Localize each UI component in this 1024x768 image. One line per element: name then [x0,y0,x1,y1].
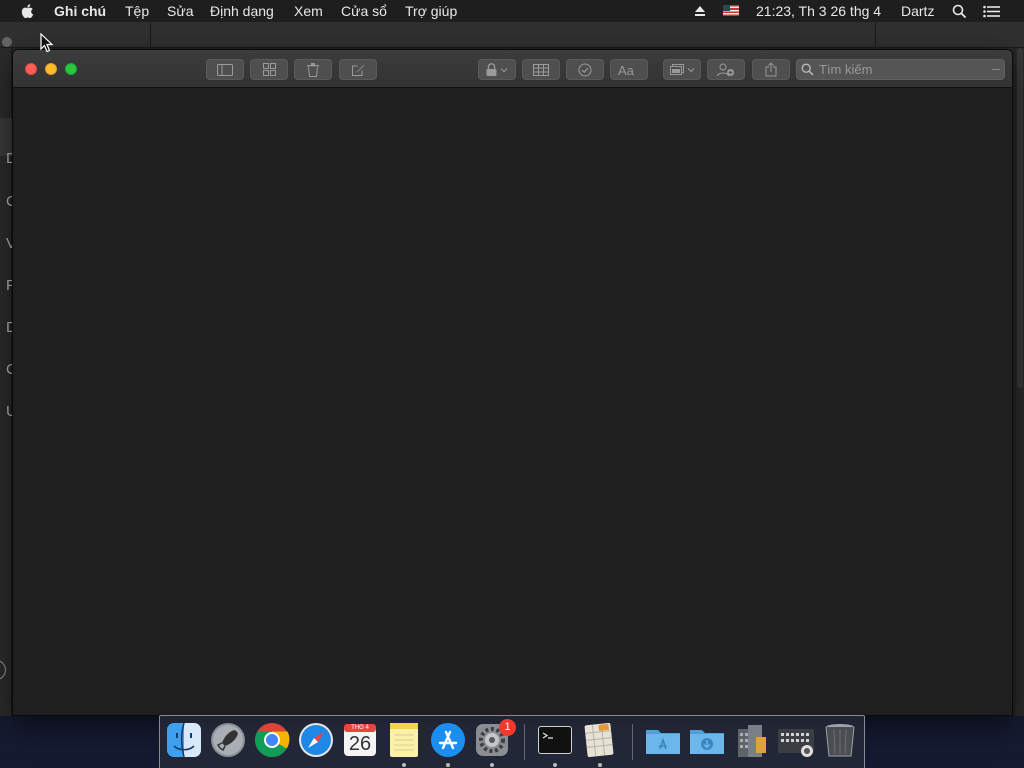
terminal-icon[interactable] [536,721,574,759]
trash-icon [307,62,319,77]
menu-app-name[interactable]: Ghi chú [54,3,106,19]
search-field[interactable] [796,59,1005,80]
notes-window[interactable]: Aa [12,49,1013,716]
table-button[interactable] [522,59,560,80]
menu-format[interactable]: Định dạng [210,3,274,19]
spreadsheet-app-icon[interactable] [580,721,618,759]
google-chrome-icon[interactable] [253,721,291,759]
downloads-folder-icon[interactable] [688,721,726,759]
menu-window[interactable]: Cửa sổ [341,3,387,19]
new-note-button[interactable] [339,59,377,80]
trash-can-icon[interactable] [821,721,859,759]
sidebar-toggle-button[interactable] [206,59,244,80]
mouse-pointer-icon [40,33,54,53]
window-toolbar: Aa [13,50,1012,88]
lock-note-button[interactable] [478,59,516,80]
format-text-button[interactable]: Aa [610,59,648,80]
zoom-window-button[interactable] [65,63,77,75]
calendar-day-label: 26 [348,733,372,755]
share-button[interactable] [752,59,790,80]
minimize-window-button[interactable] [45,63,57,75]
us-flag-icon[interactable] [723,5,739,16]
share-icon [765,62,777,77]
text-format-icon: Aa [618,63,635,77]
calendar-app-icon[interactable]: THG 4 26 [341,721,379,759]
search-field-end-mark [992,69,1000,70]
background-window-titlebar [0,22,1024,48]
safari-compass-icon[interactable] [297,721,335,759]
running-indicator [402,763,406,767]
notification-badge: 1 [499,719,516,736]
add-person-icon [717,63,734,76]
running-indicator [553,763,557,767]
menubar-clock[interactable]: 21:23, Th 3 26 thg 4 [756,3,881,19]
photo-icon [669,64,684,75]
close-window-button[interactable] [25,63,37,75]
compose-icon [352,64,364,76]
app-store-icon[interactable] [429,721,467,759]
checkmark-circle-icon [578,63,592,76]
apple-logo-icon[interactable] [20,2,36,20]
note-editor-area[interactable] [13,88,1012,715]
running-indicator [446,763,450,767]
finder-icon[interactable] [165,721,203,759]
grid-icon [262,63,276,76]
dock: THG 4 26 1 [159,715,865,768]
menu-bar: Ghi chú Tệp Sửa Định dạng Xem Cửa sổ Trợ… [0,0,1024,22]
search-input[interactable] [819,60,989,79]
lock-icon [486,63,497,76]
menu-file[interactable]: Tệp [125,3,149,19]
menubar-user-name[interactable]: Dartz [901,3,934,19]
media-button[interactable] [663,59,701,80]
add-people-button[interactable] [707,59,745,80]
menu-help[interactable]: Trợ giúp [405,3,457,19]
notes-app-icon[interactable] [385,721,423,759]
background-window-close-button[interactable] [2,37,12,47]
dock-separator [524,724,525,760]
attachments-browser-button[interactable] [250,59,288,80]
delete-note-button[interactable] [294,59,332,80]
background-window-scrollbar[interactable] [1016,48,1024,716]
running-indicator [598,763,602,767]
checklist-button[interactable] [566,59,604,80]
spotlight-search-icon[interactable] [952,4,967,19]
menu-edit[interactable]: Sửa [167,3,194,19]
documents-stack-icon[interactable] [734,721,772,759]
screenshots-stack-icon[interactable] [777,721,815,759]
running-indicator [490,763,494,767]
table-icon [533,63,549,76]
menu-view[interactable]: Xem [294,3,323,19]
chevron-down-icon [500,67,508,72]
applications-folder-icon[interactable] [644,721,682,759]
notification-center-icon[interactable] [983,5,1001,18]
sidebar-icon [217,63,233,76]
svg-text:Aa: Aa [618,63,635,77]
chevron-down-icon [687,67,694,72]
eject-icon[interactable] [694,5,706,17]
launchpad-rocket-icon[interactable] [209,721,247,759]
search-icon [801,63,814,76]
dock-separator [632,724,633,760]
